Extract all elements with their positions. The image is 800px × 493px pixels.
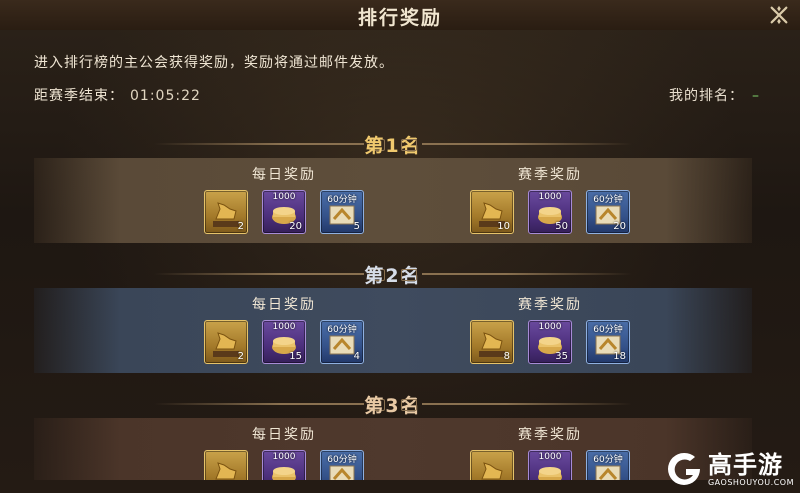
reward-item[interactable]: 60分钟 5 — [320, 190, 364, 234]
reward-item[interactable]: 60分钟 18 — [586, 320, 630, 364]
reward-item[interactable]: 1000 50 — [528, 190, 572, 234]
countdown-value: 01:05:22 — [130, 88, 201, 104]
daily-rewards: 每日奖励 2 1000 20 60分钟 5 — [184, 164, 384, 234]
reward-item[interactable]: 1000 35 — [528, 320, 572, 364]
season-countdown: 距赛季结束： 01:05:22 — [34, 85, 201, 105]
item-count: 18 — [613, 351, 626, 362]
watermark: 高手游 GAOSHOUYOU.COM — [664, 449, 794, 489]
close-button[interactable] — [766, 2, 792, 28]
rank-title: 第2名 — [364, 264, 422, 287]
reward-item[interactable]: 1000 — [262, 450, 306, 480]
watermark-url: GAOSHOUYOU.COM — [707, 477, 794, 487]
speedup-scroll-icon — [329, 465, 355, 480]
rank-title: 第3名 — [364, 394, 422, 417]
daily-rewards-title: 每日奖励 — [252, 427, 316, 443]
item-count: 2 — [237, 351, 244, 362]
reward-panel: 进入排行榜的主公会获得奖励，奖励将通过邮件发放。 距赛季结束： 01:05:22 … — [0, 30, 800, 493]
season-rewards: 赛季奖励 1000 60分钟 — [450, 424, 650, 480]
bronze-horse-icon — [481, 462, 503, 480]
season-rewards: 赛季奖励 8 1000 35 60分钟 18 — [450, 294, 650, 364]
watermark-name: 高手游 — [707, 450, 783, 479]
season-rewards-title: 赛季奖励 — [518, 167, 582, 183]
item-count: 20 — [613, 221, 626, 232]
page-title: 排行奖励 — [357, 7, 442, 29]
item-count: 15 — [289, 351, 302, 362]
title-bar: 排行奖励 — [0, 0, 800, 31]
reward-item[interactable]: 2 — [204, 190, 248, 234]
item-count: 35 — [555, 351, 568, 362]
rank-rewards: 每日奖励 1000 60分钟 赛季奖励 1000 60分钟 — [34, 418, 752, 480]
rank-rewards: 每日奖励 2 1000 20 60分钟 5 赛季奖励 10 1000 50 60… — [34, 158, 752, 243]
rank-2-section: 第2名 每日奖励 2 1000 15 60分钟 4 赛季奖励 8 1000 35… — [34, 260, 752, 373]
my-rank: 我的排名： – — [669, 85, 760, 105]
item-count: 20 — [289, 221, 302, 232]
reward-item[interactable]: 60分钟 — [320, 450, 364, 480]
season-rewards-title: 赛季奖励 — [518, 427, 582, 443]
gold-scroll-icon — [272, 467, 296, 480]
rank-3-section: 第3名 每日奖励 1000 60分钟 赛季奖励 1000 60分钟 — [34, 390, 752, 480]
reward-item[interactable]: 2 — [204, 320, 248, 364]
speedup-scroll-icon — [595, 465, 621, 480]
intro-text: 进入排行榜的主公会获得奖励，奖励将通过邮件发放。 — [34, 55, 394, 71]
rank-header: 第1名 — [34, 130, 752, 158]
gold-scroll-icon — [538, 467, 562, 480]
reward-item[interactable]: 1000 15 — [262, 320, 306, 364]
reward-item[interactable]: 60分钟 20 — [586, 190, 630, 234]
reward-item[interactable]: 10 — [470, 190, 514, 234]
my-rank-label: 我的排名： — [669, 88, 744, 104]
reward-item[interactable]: 60分钟 4 — [320, 320, 364, 364]
item-count: 10 — [497, 221, 510, 232]
season-rewards-title: 赛季奖励 — [518, 297, 582, 313]
countdown-label: 距赛季结束： — [34, 88, 124, 104]
item-count: 4 — [353, 351, 360, 362]
close-x-icon — [770, 5, 788, 25]
my-rank-value: – — [752, 88, 760, 104]
reward-item[interactable]: 8 — [470, 320, 514, 364]
rank-header: 第3名 — [34, 390, 752, 418]
daily-rewards-title: 每日奖励 — [252, 167, 316, 183]
item-count: 50 — [555, 221, 568, 232]
daily-rewards-title: 每日奖励 — [252, 297, 316, 313]
reward-item[interactable] — [204, 450, 248, 480]
daily-rewards: 每日奖励 1000 60分钟 — [184, 424, 384, 480]
season-rewards: 赛季奖励 10 1000 50 60分钟 20 — [450, 164, 650, 234]
rank-title: 第1名 — [364, 134, 422, 157]
rank-rewards: 每日奖励 2 1000 15 60分钟 4 赛季奖励 8 1000 35 60分… — [34, 288, 752, 373]
gaoshouyou-logo-icon — [667, 452, 700, 485]
reward-item[interactable]: 1000 — [528, 450, 572, 480]
reward-item[interactable] — [470, 450, 514, 480]
bronze-horse-icon — [215, 462, 237, 480]
rank-1-section: 第1名 每日奖励 2 1000 20 60分钟 5 赛季奖励 10 1000 5… — [34, 130, 752, 243]
reward-item[interactable]: 60分钟 — [586, 450, 630, 480]
daily-rewards: 每日奖励 2 1000 15 60分钟 4 — [184, 294, 384, 364]
item-count: 2 — [237, 221, 244, 232]
item-count: 5 — [353, 221, 360, 232]
reward-item[interactable]: 1000 20 — [262, 190, 306, 234]
item-count: 8 — [503, 351, 510, 362]
rank-header: 第2名 — [34, 260, 752, 288]
